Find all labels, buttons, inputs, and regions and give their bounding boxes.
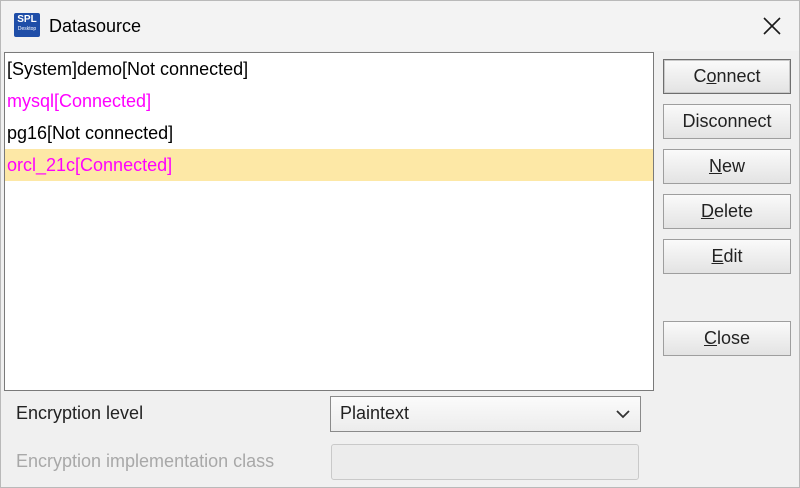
close-button[interactable]: Close <box>663 321 791 356</box>
datasource-list[interactable]: [System]demo[Not connected] mysql[Connec… <box>4 52 654 391</box>
close-label-post: lose <box>716 328 751 348</box>
encryption-class-field <box>331 444 639 480</box>
disconnect-button[interactable]: Disconnect <box>663 104 791 139</box>
close-label-accel: C <box>703 328 717 348</box>
datasource-dialog: SPL Desktop Datasource [System]demo[Not … <box>0 0 800 488</box>
edit-label-accel: E <box>711 246 724 266</box>
chevron-down-icon <box>616 410 630 419</box>
encryption-level-value: Plaintext <box>340 403 410 423</box>
connect-label-post: nnect <box>716 66 761 86</box>
delete-button[interactable]: Delete <box>663 194 791 229</box>
datasource-item[interactable]: pg16[Not connected] <box>5 117 653 149</box>
connect-label-accel: o <box>706 66 717 86</box>
new-label-accel: N <box>708 156 722 176</box>
connect-label-pre: C <box>693 66 707 86</box>
disconnect-label: Disconnect <box>682 111 772 131</box>
app-icon-subtext: Desktop <box>17 26 37 32</box>
datasource-item[interactable]: orcl_21c[Connected] <box>5 149 653 181</box>
app-icon-text: SPL <box>17 14 37 25</box>
spl-app-icon: SPL Desktop <box>14 13 40 37</box>
title-bar: SPL Desktop Datasource <box>1 1 799 51</box>
encryption-level-select[interactable]: Plaintext <box>330 396 641 432</box>
close-icon[interactable] <box>745 1 799 51</box>
connect-button[interactable]: Co nnect <box>663 59 791 94</box>
window-title: Datasource <box>49 16 142 36</box>
datasource-item[interactable]: [System]demo[Not connected] <box>5 53 653 85</box>
new-button[interactable]: New <box>663 149 791 184</box>
delete-label-post: elete <box>713 201 754 221</box>
datasource-item[interactable]: mysql[Connected] <box>5 85 653 117</box>
encryption-level-label: Encryption level <box>16 403 144 423</box>
encryption-class-label: Encryption implementation class <box>16 451 275 471</box>
edit-button[interactable]: Edit <box>663 239 791 274</box>
delete-label-accel: D <box>700 201 714 221</box>
edit-label-post: dit <box>723 246 743 266</box>
new-label-post: ew <box>721 156 745 176</box>
